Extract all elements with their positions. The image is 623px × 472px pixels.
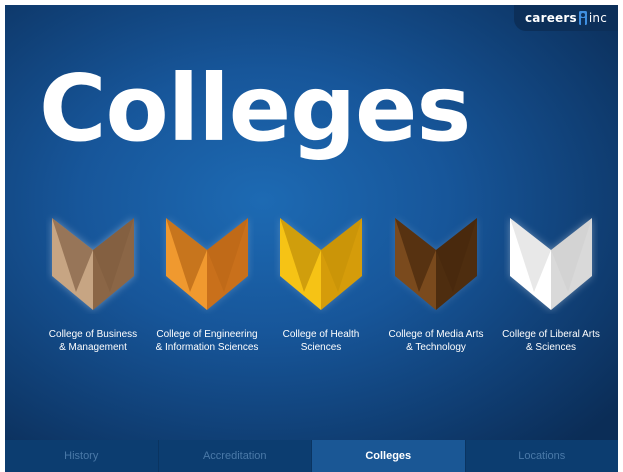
app-screen: careers inc Colleges College of Business… bbox=[5, 5, 618, 472]
logo-text-careers: careers bbox=[524, 11, 577, 25]
college-media-arts[interactable]: College of Media Arts & Technology bbox=[376, 210, 496, 354]
college-health-shield-icon bbox=[274, 210, 368, 314]
college-media-arts-shield-icon bbox=[389, 210, 483, 314]
college-liberal-arts-shield-icon bbox=[504, 210, 598, 314]
college-health[interactable]: College of Health Sciences bbox=[261, 210, 381, 354]
tab-history[interactable]: History bbox=[5, 440, 159, 472]
careersinc-logo[interactable]: careers inc bbox=[514, 5, 618, 31]
college-engineering-shield-icon bbox=[160, 210, 254, 314]
college-business[interactable]: College of Business & Management bbox=[33, 210, 153, 354]
college-liberal-arts[interactable]: College of Liberal Arts & Sciences bbox=[491, 210, 611, 354]
college-health-label: College of Health Sciences bbox=[282, 329, 360, 353]
tab-accreditation[interactable]: Accreditation bbox=[159, 440, 312, 472]
person-mark-icon bbox=[578, 11, 587, 25]
college-media-arts-label: College of Media Arts & Technology bbox=[388, 329, 484, 353]
logo-text-inc: inc bbox=[588, 11, 607, 25]
tab-colleges[interactable]: Colleges bbox=[312, 440, 466, 472]
college-engineering-label: College of Engineering & Information Sci… bbox=[155, 329, 259, 353]
college-business-shield-icon bbox=[46, 210, 140, 314]
college-liberal-arts-label: College of Liberal Arts & Sciences bbox=[502, 329, 600, 353]
bottom-tab-bar: History Accreditation Colleges Locations bbox=[5, 440, 618, 472]
college-engineering[interactable]: College of Engineering & Information Sci… bbox=[147, 210, 267, 354]
tab-locations[interactable]: Locations bbox=[466, 440, 619, 472]
college-business-label: College of Business & Management bbox=[48, 329, 138, 353]
page-title: Colleges bbox=[39, 55, 471, 162]
college-list: College of Business & Management College… bbox=[5, 210, 618, 370]
